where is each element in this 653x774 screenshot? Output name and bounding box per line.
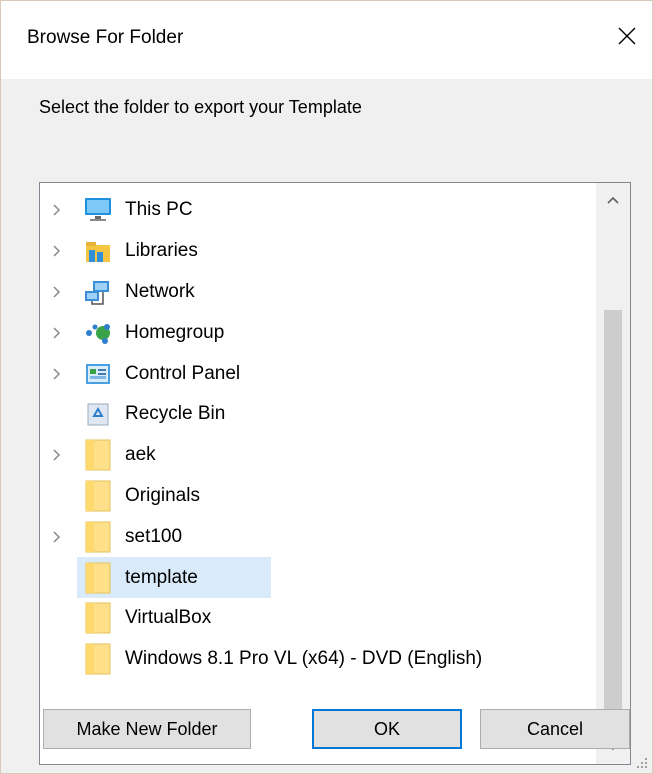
tree-item[interactable]: template [40,557,596,598]
tree-item[interactable]: Libraries [40,231,596,272]
scroll-up-button[interactable] [596,183,630,217]
tree-item-label: aek [125,444,156,466]
folder-icon [82,480,114,512]
expand-toggle[interactable] [48,202,64,218]
folder-icon [82,521,114,553]
tree-item-label: Homegroup [125,321,225,343]
browse-for-folder-dialog: Browse For Folder Select the folder to e… [0,0,653,774]
folder-icon [82,562,114,594]
expand-toggle[interactable] [48,284,64,300]
chevron-up-icon [607,196,619,204]
tree-item[interactable]: aek [40,435,596,476]
chevron-right-icon [53,368,61,380]
title-bar: Browse For Folder [1,1,652,79]
expand-toggle[interactable] [48,447,64,463]
folder-icon [82,643,114,675]
tree-item-label: template [125,566,198,588]
resize-grip-icon[interactable] [634,755,648,769]
tree-item[interactable]: set100 [40,516,596,557]
chevron-right-icon [53,449,61,461]
expand-toggle[interactable] [48,243,64,259]
folder-icon [82,602,114,634]
tree-item-label: Recycle Bin [125,403,226,425]
network-icon [82,276,114,308]
tree-item-label: Network [125,280,195,302]
ok-button[interactable]: OK [312,709,462,749]
expand-toggle[interactable] [48,529,64,545]
computer-icon [82,194,114,226]
chevron-right-icon [53,327,61,339]
libraries-icon [82,235,114,267]
homegroup-icon [82,317,114,349]
tree-item-label: Windows 8.1 Pro VL (x64) - DVD (English) [125,648,483,670]
tree-item[interactable]: Homegroup [40,312,596,353]
tree-item-label: Originals [125,484,200,506]
tree-item[interactable]: VirtualBox [40,598,596,639]
folder-icon [82,439,114,471]
window-title: Browse For Folder [27,27,184,48]
tree-item[interactable]: Control Panel [40,353,596,394]
recycle-bin-icon [82,398,114,430]
close-button[interactable] [602,11,652,61]
tree-item[interactable]: Recycle Bin [40,394,596,435]
tree-item[interactable]: Originals [40,476,596,517]
chevron-right-icon [53,245,61,257]
expand-toggle[interactable] [48,325,64,341]
tree-item[interactable]: Windows 8.1 Pro VL (x64) - DVD (English) [40,639,596,680]
tree-item-label: set100 [125,525,183,547]
chevron-right-icon [53,204,61,216]
scroll-thumb[interactable] [604,310,622,730]
chevron-right-icon [53,531,61,543]
close-icon [618,27,636,45]
tree-item[interactable]: Network [40,272,596,313]
vertical-scrollbar[interactable] [596,183,630,764]
tree-item[interactable]: This PC [40,190,596,231]
cancel-button[interactable]: Cancel [480,709,630,749]
tree-item-label: Libraries [125,240,198,262]
chevron-right-icon [53,286,61,298]
control-panel-icon [82,358,114,390]
tree-item-label: Control Panel [125,362,241,384]
instruction-text: Select the folder to export your Templat… [39,97,362,117]
folder-tree[interactable]: This PC Libraries Network Homegroup Control … [39,182,631,765]
folder-tree-list: This PC Libraries Network Homegroup Control … [40,190,596,680]
tree-item-label: VirtualBox [125,607,212,629]
make-new-folder-button[interactable]: Make New Folder [43,709,251,749]
dialog-body: Select the folder to export your Templat… [1,79,652,773]
tree-item-label: This PC [125,199,193,221]
expand-toggle[interactable] [48,366,64,382]
